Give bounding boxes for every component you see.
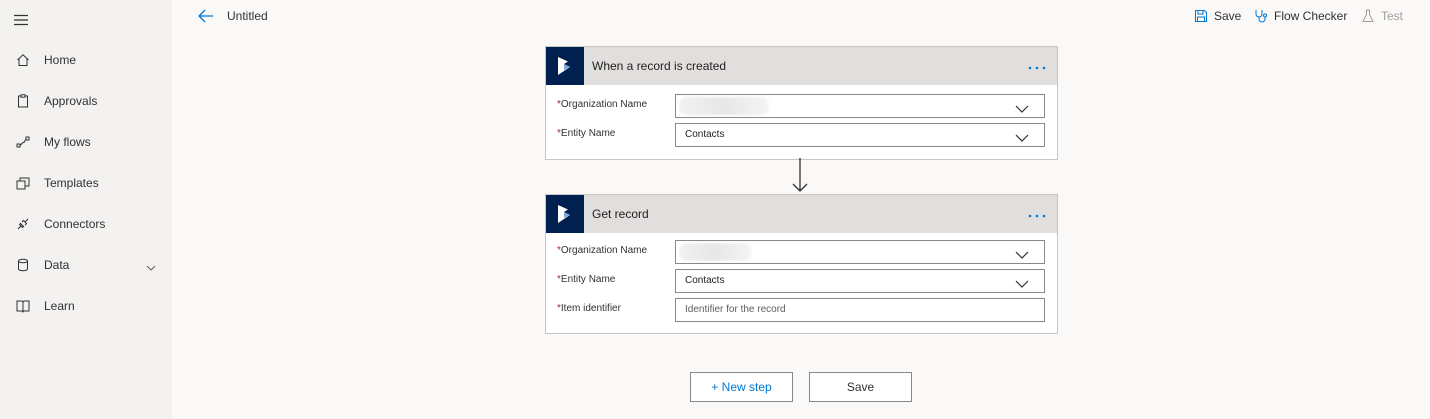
card-header[interactable]: When a record is created <box>546 47 1057 85</box>
field-label: *Item identifier <box>557 303 621 314</box>
trigger-card: When a record is created *Organization N… <box>545 46 1058 160</box>
field-entity-name: *Entity Name Contacts <box>546 266 1057 295</box>
new-step-label: New step <box>721 380 772 394</box>
field-entity-name: *Entity Name Contacts <box>546 120 1057 149</box>
clipboard-icon <box>0 94 44 108</box>
templates-icon <box>0 176 44 190</box>
flow-title: Untitled <box>227 9 268 23</box>
left-nav: Home Approvals My flows Templates Connec… <box>0 0 172 419</box>
field-label: *Entity Name <box>557 274 616 285</box>
connector-icon <box>0 217 44 231</box>
flow-icon <box>0 135 44 149</box>
card-title: When a record is created <box>592 59 727 73</box>
sidebar-item-label: Templates <box>44 176 99 190</box>
entity-name-value: Contacts <box>685 129 725 140</box>
flow-checker-label: Flow Checker <box>1274 9 1348 23</box>
chevron-down-icon <box>1015 276 1029 288</box>
card-header[interactable]: Get record <box>546 195 1057 233</box>
entity-name-value: Contacts <box>685 275 725 286</box>
chevron-down-icon[interactable] <box>146 260 156 271</box>
stethoscope-icon <box>1255 10 1267 23</box>
dynamics-logo-icon <box>546 47 584 85</box>
redacted-value <box>679 97 769 115</box>
redacted-value <box>679 243 751 261</box>
field-organization-name: *Organization Name <box>546 237 1057 266</box>
save-button[interactable]: Save <box>809 372 912 402</box>
command-bar: Untitled Save Flow Checker Test <box>172 0 1430 32</box>
more-options-icon[interactable] <box>1027 208 1047 218</box>
sidebar-item-label: Data <box>44 258 70 272</box>
database-icon <box>0 258 44 272</box>
field-label: *Organization Name <box>557 245 648 256</box>
test-label: Test <box>1381 9 1404 23</box>
entity-name-dropdown[interactable]: Contacts <box>675 269 1045 293</box>
save-label: Save <box>1214 9 1242 23</box>
back-arrow-icon[interactable] <box>197 8 215 24</box>
entity-name-dropdown[interactable]: Contacts <box>675 123 1045 147</box>
sidebar-item-learn[interactable]: Learn <box>0 288 172 324</box>
field-label: *Organization Name <box>557 99 648 110</box>
sidebar-item-home[interactable]: Home <box>0 42 172 78</box>
sidebar-item-label: My flows <box>44 135 91 149</box>
organization-name-dropdown[interactable] <box>675 94 1045 118</box>
sidebar-item-my-flows[interactable]: My flows <box>0 124 172 160</box>
hamburger-menu-icon[interactable] <box>13 13 29 26</box>
test-button[interactable]: Test <box>1361 0 1403 32</box>
plus-icon: + <box>711 380 719 394</box>
save-icon <box>1195 10 1207 22</box>
field-label: *Entity Name <box>557 128 616 139</box>
chevron-down-icon <box>1015 247 1029 259</box>
sidebar-item-data[interactable]: Data <box>0 247 172 283</box>
save-button-label: Save <box>846 380 875 394</box>
sidebar-item-templates[interactable]: Templates <box>0 165 172 201</box>
step-connector-arrow-icon <box>791 158 809 194</box>
sidebar-item-label: Learn <box>44 299 75 313</box>
sidebar-item-connectors[interactable]: Connectors <box>0 206 172 242</box>
chevron-down-icon <box>1015 130 1029 142</box>
sidebar-item-label: Approvals <box>44 94 98 108</box>
card-title: Get record <box>592 207 649 221</box>
organization-name-dropdown[interactable] <box>675 240 1045 264</box>
home-icon <box>0 53 44 67</box>
new-step-button[interactable]: + New step <box>690 372 793 402</box>
item-identifier-input[interactable]: Identifier for the record <box>675 298 1045 322</box>
sidebar-item-label: Home <box>44 53 77 67</box>
book-icon <box>0 299 44 313</box>
save-top-button[interactable]: Save <box>1194 0 1241 32</box>
more-options-icon[interactable] <box>1027 60 1047 70</box>
dynamics-logo-icon <box>546 195 584 233</box>
sidebar-item-label: Connectors <box>44 217 106 231</box>
get-record-card: Get record *Organization Name *Entity Na… <box>545 194 1058 334</box>
sidebar-item-approvals[interactable]: Approvals <box>0 83 172 119</box>
flask-icon <box>1362 9 1374 22</box>
field-item-identifier: *Item identifier Identifier for the reco… <box>546 295 1057 324</box>
field-organization-name: *Organization Name <box>546 91 1057 120</box>
item-identifier-placeholder: Identifier for the record <box>685 304 786 315</box>
chevron-down-icon <box>1015 101 1029 113</box>
flow-checker-button[interactable]: Flow Checker <box>1254 0 1347 32</box>
